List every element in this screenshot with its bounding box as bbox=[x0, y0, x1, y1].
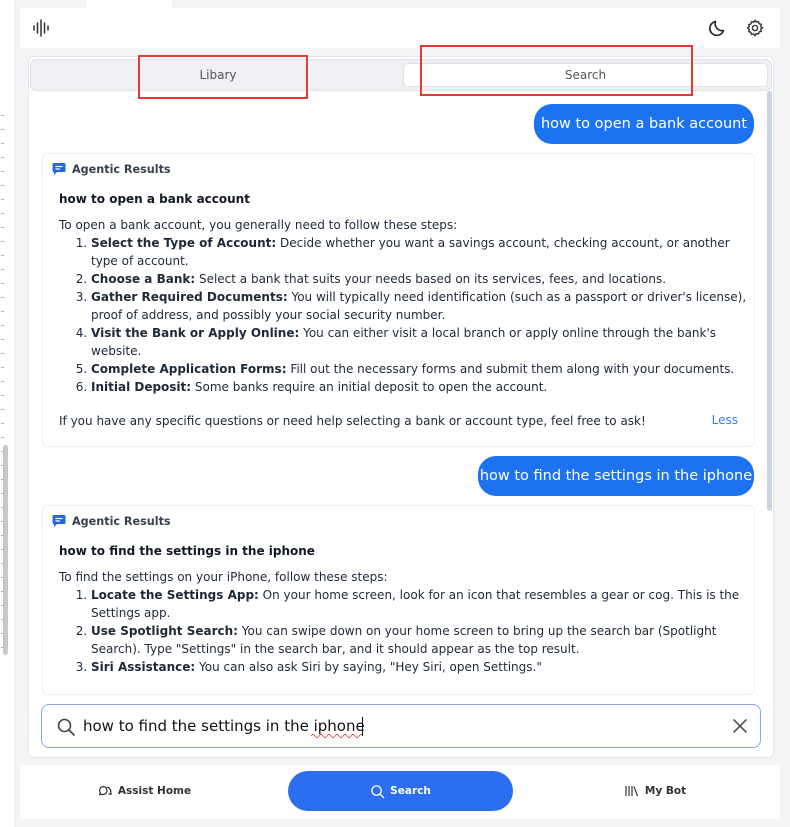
rail-tick bbox=[1, 283, 4, 284]
chat-bubble-icon bbox=[52, 515, 66, 527]
rail-tick bbox=[1, 311, 4, 312]
rail-tick bbox=[1, 591, 4, 592]
rail-tick bbox=[1, 619, 4, 620]
result-step: Initial Deposit: Some banks require an i… bbox=[91, 378, 749, 396]
result-body: To open a bank account, you generally ne… bbox=[59, 216, 749, 430]
result-step: Use Spotlight Search: You can swipe down… bbox=[91, 622, 749, 658]
nav-my-bot-label: My Bot bbox=[644, 785, 687, 797]
top-bar bbox=[20, 0, 780, 48]
text-caret bbox=[362, 717, 363, 736]
search-query[interactable]: how to find the settings in the iphone bbox=[83, 717, 365, 735]
rail-tick bbox=[1, 535, 4, 536]
chat-scrollbar[interactable] bbox=[767, 91, 772, 511]
rail-tick bbox=[1, 185, 4, 186]
rail-tick bbox=[1, 563, 4, 564]
rail-tick bbox=[1, 143, 4, 144]
rail-tick bbox=[1, 451, 4, 452]
rail-tick bbox=[1, 171, 4, 172]
search-icon bbox=[371, 784, 385, 798]
rail-tick bbox=[1, 255, 4, 256]
result-header: Agentic Results bbox=[52, 514, 171, 528]
rail-tick bbox=[1, 493, 4, 494]
result-step: Gather Required Documents: You will typi… bbox=[91, 288, 749, 324]
result-header: Agentic Results bbox=[52, 162, 171, 176]
close-icon[interactable] bbox=[732, 718, 748, 738]
library-books-icon bbox=[625, 786, 638, 797]
rail-tick bbox=[1, 647, 4, 648]
rail-tick bbox=[1, 521, 4, 522]
result-title: how to find the settings in the iphone bbox=[59, 544, 315, 558]
result-step: Choose a Bank: Select a bank that suits … bbox=[91, 270, 749, 288]
rail-tick bbox=[1, 227, 4, 228]
search-icon bbox=[56, 717, 76, 741]
user-message: how to find the settings in the iphone bbox=[478, 456, 754, 496]
rail-tick bbox=[1, 269, 4, 270]
nav-my-bot[interactable]: My Bot bbox=[610, 771, 700, 811]
rail-tick bbox=[1, 241, 4, 242]
rail-tick bbox=[1, 423, 4, 424]
result-header-label: Agentic Results bbox=[72, 514, 171, 528]
nav-assist-home-label: Assist Home bbox=[117, 785, 192, 797]
result-card: Agentic Results how to open a bank accou… bbox=[42, 153, 755, 447]
result-header-label: Agentic Results bbox=[72, 162, 171, 176]
nav-assist-home[interactable]: Assist Home bbox=[84, 771, 204, 811]
rail-tick bbox=[1, 577, 4, 578]
result-step: Select the Type of Account: Decide wheth… bbox=[91, 234, 749, 270]
chat-bubbles-icon bbox=[98, 785, 112, 796]
nav-search-label: Search bbox=[390, 785, 431, 797]
rail-tick bbox=[1, 465, 4, 466]
left-scrollbar[interactable] bbox=[3, 445, 8, 655]
rail-tick bbox=[1, 325, 4, 326]
result-card: Agentic Results how to find the settings… bbox=[42, 505, 755, 695]
left-rail bbox=[0, 0, 14, 827]
nav-search-button[interactable]: Search bbox=[288, 771, 513, 811]
result-outro: If you have any specific questions or ne… bbox=[59, 414, 646, 428]
result-steps: Select the Type of Account: Decide wheth… bbox=[59, 234, 749, 396]
highlight-box-libary bbox=[138, 55, 308, 99]
result-intro: To open a bank account, you generally ne… bbox=[59, 218, 458, 232]
result-intro: To find the settings on your iPhone, fol… bbox=[59, 570, 388, 584]
rail-tick bbox=[1, 409, 4, 410]
rail-tick bbox=[1, 129, 4, 130]
spellcheck-underline bbox=[311, 734, 363, 738]
rail-tick bbox=[1, 381, 4, 382]
result-body: To find the settings on your iPhone, fol… bbox=[59, 568, 749, 676]
result-step: Locate the Settings App: On your home sc… bbox=[91, 586, 749, 622]
rail-tick bbox=[1, 479, 4, 480]
rail-tick bbox=[1, 213, 4, 214]
rail-tick bbox=[1, 395, 4, 396]
rail-tick bbox=[1, 437, 4, 438]
rail-tick bbox=[1, 549, 4, 550]
result-title: how to open a bank account bbox=[59, 192, 250, 206]
result-steps: Locate the Settings App: On your home sc… bbox=[59, 586, 749, 676]
rail-tick bbox=[1, 199, 4, 200]
result-step: Siri Assistance: You can also ask Siri b… bbox=[91, 658, 749, 676]
moon-icon[interactable] bbox=[708, 18, 728, 42]
rail-tick bbox=[1, 339, 4, 340]
chat-bubble-icon bbox=[52, 163, 66, 175]
rail-tick bbox=[1, 367, 4, 368]
top-bar-tab bbox=[86, 0, 172, 8]
search-input[interactable]: how to find the settings in the iphone bbox=[41, 704, 761, 748]
bottom-nav: Assist Home Search My Bot bbox=[20, 765, 780, 819]
rail-tick bbox=[1, 605, 4, 606]
user-message: how to open a bank account bbox=[534, 104, 754, 144]
rail-tick bbox=[1, 633, 4, 634]
result-step: Visit the Bank or Apply Online: You can … bbox=[91, 324, 749, 360]
audio-waveform-icon[interactable] bbox=[32, 18, 52, 42]
chat-panel: Libary Search how to open a bank account… bbox=[28, 56, 774, 758]
rail-tick bbox=[1, 353, 4, 354]
rail-tick bbox=[1, 157, 4, 158]
rail-tick bbox=[1, 115, 4, 116]
rail-tick bbox=[1, 297, 4, 298]
less-link[interactable]: Less bbox=[712, 413, 738, 427]
gear-icon[interactable] bbox=[745, 18, 765, 42]
highlight-box-search bbox=[420, 45, 693, 96]
rail-tick bbox=[1, 507, 4, 508]
result-step: Complete Application Forms: Fill out the… bbox=[91, 360, 749, 378]
